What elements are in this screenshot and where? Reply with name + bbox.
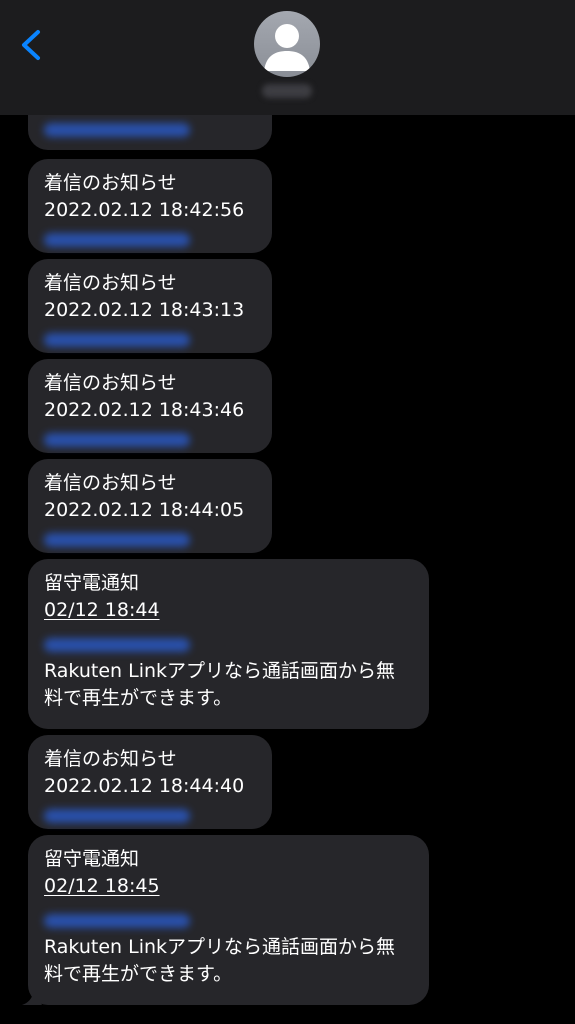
voicemail-timestamp-link[interactable]: 02/12 18:44	[44, 597, 413, 624]
contact-avatar[interactable]	[254, 11, 320, 77]
chevron-left-icon	[22, 30, 40, 60]
voicemail-timestamp-link[interactable]: 02/12 18:45	[44, 873, 413, 900]
message-timestamp: 2022.02.12 18:44:05	[44, 499, 245, 521]
blurred-link[interactable]	[44, 433, 190, 447]
blurred-link[interactable]	[44, 914, 190, 928]
message-bubble[interactable]: 着信のお知らせ 2022.02.12 18:44:05	[28, 459, 272, 553]
message-label: 着信のお知らせ	[44, 472, 177, 494]
message-bubble[interactable]: 着信のお知らせ 2022.02.12 18:43:13	[28, 259, 272, 353]
message-bubble[interactable]: 着信のお知らせ 2022.02.12 18:44:40	[28, 735, 272, 829]
message-label: 着信のお知らせ	[44, 172, 177, 194]
voicemail-bubble[interactable]: 留守電通知 02/12 18:45 Rakuten Linkアプリなら通話画面か…	[22, 835, 429, 1005]
message-timestamp: 2022.02.12 18:44:40	[44, 775, 245, 797]
message-timestamp: 2022.02.12 18:43:13	[44, 299, 245, 321]
message-body: Rakuten Linkアプリなら通話画面から無料で再生ができます。	[44, 936, 396, 985]
blurred-link[interactable]	[44, 638, 190, 652]
conversation-header	[0, 0, 575, 115]
bubble-tail	[22, 991, 42, 1005]
contact-name-redacted[interactable]	[262, 84, 312, 98]
message-label: 着信のお知らせ	[44, 748, 177, 770]
message-screen: 着信のお知らせ 2022.02.12 18:42:56 着信のお知らせ 2022…	[0, 0, 575, 1024]
message-timestamp: 2022.02.12 18:42:56	[44, 199, 245, 221]
voicemail-bubble[interactable]: 留守電通知 02/12 18:44 Rakuten Linkアプリなら通話画面か…	[28, 559, 429, 729]
person-silhouette-icon	[264, 24, 310, 71]
back-button[interactable]	[14, 26, 50, 66]
message-label: 着信のお知らせ	[44, 372, 177, 394]
message-bubble[interactable]: 着信のお知らせ 2022.02.12 18:42:56	[28, 159, 272, 253]
message-bubble[interactable]: 着信のお知らせ 2022.02.12 18:43:46	[28, 359, 272, 453]
message-body: Rakuten Linkアプリなら通話画面から無料で再生ができます。	[44, 660, 396, 709]
blurred-link[interactable]	[44, 809, 190, 823]
blurred-link[interactable]	[44, 333, 190, 347]
blurred-link	[44, 123, 190, 137]
message-label: 留守電通知	[44, 572, 140, 594]
blurred-link[interactable]	[44, 533, 190, 547]
message-label: 着信のお知らせ	[44, 272, 177, 294]
message-thread[interactable]: 着信のお知らせ 2022.02.12 18:42:56 着信のお知らせ 2022…	[0, 0, 575, 1024]
message-timestamp: 2022.02.12 18:43:46	[44, 399, 245, 421]
message-label: 留守電通知	[44, 848, 140, 870]
blurred-link[interactable]	[44, 233, 190, 247]
